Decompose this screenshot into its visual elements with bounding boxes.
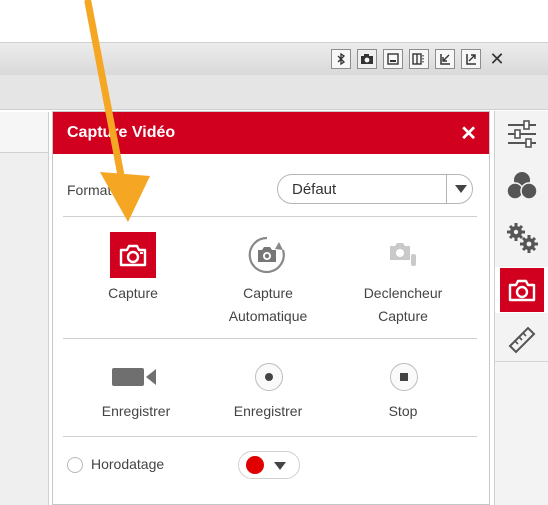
annotation-arrow (84, 0, 150, 222)
